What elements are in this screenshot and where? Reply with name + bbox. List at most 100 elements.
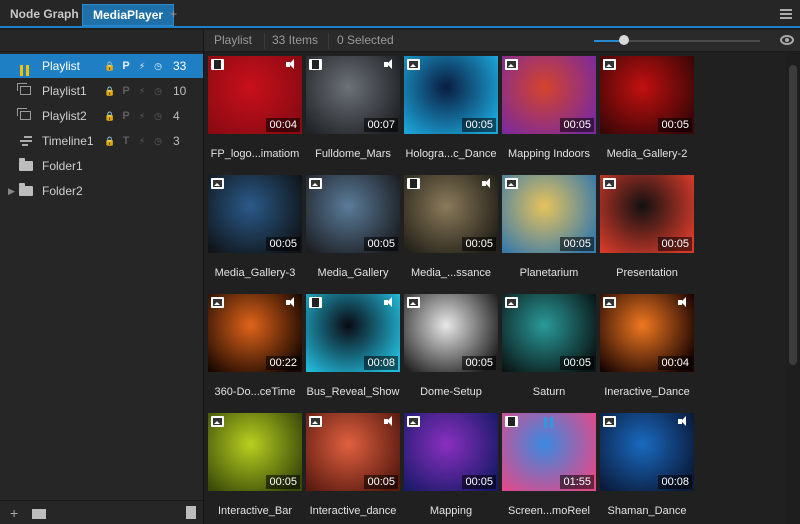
image-icon	[309, 178, 322, 189]
media-thumbnail[interactable]: 00:05	[502, 175, 596, 253]
bolt-icon[interactable]: ⚡	[134, 79, 150, 103]
media-thumbnail[interactable]: 00:04	[600, 294, 694, 372]
eye-icon[interactable]	[780, 35, 794, 45]
media-thumbnail[interactable]: 00:05	[306, 413, 400, 491]
clock-icon[interactable]: ◷	[150, 104, 166, 128]
media-thumbnail[interactable]: 00:05	[404, 294, 498, 372]
media-tile[interactable]: 00:05 Media_Gallery	[306, 175, 400, 292]
tree-item-playlist1[interactable]: Playlist1 🔒 P ⚡ ◷ 10	[0, 79, 203, 103]
media-thumbnail[interactable]: 01:55	[502, 413, 596, 491]
p-flag[interactable]: P	[118, 104, 134, 128]
media-thumbnail[interactable]: 00:05	[208, 175, 302, 253]
media-tile[interactable]: 00:05 Interactive_Bar	[208, 413, 302, 524]
breadcrumb[interactable]: Playlist	[214, 33, 252, 47]
thumbnail-size-slider[interactable]	[594, 35, 760, 45]
p-flag[interactable]: P	[118, 79, 134, 103]
media-tile[interactable]: 00:05 Presentation	[600, 175, 694, 292]
bolt-icon[interactable]: ⚡	[134, 129, 150, 153]
tab-mediaplayer[interactable]: MediaPlayer	[82, 4, 175, 26]
media-tile[interactable]: 00:05 Saturn	[502, 294, 596, 411]
tree-item-playlist[interactable]: Playlist 🔒 P ⚡ ◷ 33	[0, 54, 203, 78]
media-tile[interactable]: 00:04 Ineractive_Dance	[600, 294, 694, 411]
media-tile[interactable]: 00:05 Mapping Indoors	[502, 56, 596, 173]
media-tile[interactable]: 00:05 Hologra...c_Dance	[404, 56, 498, 173]
media-tile[interactable]: 00:05 Planetarium	[502, 175, 596, 292]
tab-node-graph[interactable]: Node Graph	[0, 4, 89, 26]
trash-icon[interactable]	[186, 506, 196, 519]
expand-arrow-icon[interactable]: ▶	[8, 179, 15, 203]
media-tile[interactable]: 00:05 Media_...ssance	[404, 175, 498, 292]
duration-label: 00:05	[560, 237, 594, 251]
add-tab-button[interactable]: +	[164, 4, 183, 26]
toolbar: Playlist 33 Items 0 Selected	[204, 30, 800, 52]
media-thumbnail[interactable]: 00:05	[502, 294, 596, 372]
media-tile[interactable]: 00:05 Dome-Setup	[404, 294, 498, 411]
speaker-icon	[286, 297, 298, 308]
media-tile[interactable]: 00:07 Fulldome_Mars	[306, 56, 400, 173]
pause-icon[interactable]	[544, 417, 556, 429]
media-tile[interactable]: 00:05 Interactive_dance	[306, 413, 400, 524]
tree-item-label: Folder2	[42, 184, 83, 198]
media-thumbnail[interactable]: 00:05	[306, 175, 400, 253]
p-flag[interactable]: P	[118, 54, 134, 78]
media-name: 360-Do...ceTime	[214, 386, 296, 398]
media-tile[interactable]: 01:55 Screen...moReel	[502, 413, 596, 524]
media-thumbnail[interactable]: 00:05	[404, 56, 498, 134]
image-icon	[505, 178, 518, 189]
media-tile[interactable]: 00:05 Media_Gallery-3	[208, 175, 302, 292]
slider-knob[interactable]	[618, 35, 629, 45]
tree-item-label: Playlist1	[42, 84, 87, 98]
selected-count: 0 Selected	[337, 33, 394, 47]
t-flag[interactable]: T	[118, 129, 134, 153]
media-thumbnail[interactable]: 00:08	[600, 413, 694, 491]
bolt-icon[interactable]: ⚡	[134, 54, 150, 78]
media-thumbnail[interactable]: 00:07	[306, 56, 400, 134]
image-icon	[603, 416, 616, 427]
media-thumbnail[interactable]: 00:04	[208, 56, 302, 134]
image-icon	[211, 178, 224, 189]
media-thumbnail[interactable]: 00:05	[600, 56, 694, 134]
scrollbar-thumb[interactable]	[789, 65, 797, 365]
media-name: Shaman_Dance	[607, 505, 687, 517]
media-thumbnail[interactable]: 00:05	[404, 175, 498, 253]
media-thumbnail[interactable]: 00:05	[208, 413, 302, 491]
new-folder-icon[interactable]	[32, 509, 46, 519]
duration-label: 00:05	[658, 237, 692, 251]
media-name: Media_Gallery	[317, 267, 389, 279]
clock-icon[interactable]: ◷	[150, 54, 166, 78]
media-tile[interactable]: 00:08 Shaman_Dance	[600, 413, 694, 524]
media-thumbnail[interactable]: 00:05	[404, 413, 498, 491]
image-icon	[407, 416, 420, 427]
image-icon	[407, 59, 420, 70]
film-icon	[505, 416, 518, 427]
media-name: Screen...moReel	[508, 505, 590, 517]
lock-icon[interactable]: 🔒	[102, 79, 118, 103]
clock-icon[interactable]: ◷	[150, 79, 166, 103]
media-tile[interactable]: 00:22 360-Do...ceTime	[208, 294, 302, 411]
hamburger-menu-icon[interactable]	[780, 9, 792, 19]
add-icon[interactable]: +	[10, 505, 18, 521]
lock-icon[interactable]: 🔒	[102, 129, 118, 153]
media-tile[interactable]: 00:08 Bus_Reveal_Show	[306, 294, 400, 411]
media-tile[interactable]: 00:04 FP_logo...imatiom	[208, 56, 302, 173]
media-thumbnail[interactable]: 00:22	[208, 294, 302, 372]
scrollbar[interactable]	[786, 53, 800, 524]
media-name: Ineractive_Dance	[604, 386, 690, 398]
clock-icon[interactable]: ◷	[150, 129, 166, 153]
tree-item-playlist2[interactable]: Playlist2 🔒 P ⚡ ◷ 4	[0, 104, 203, 128]
tree-item-label: Folder1	[42, 159, 83, 173]
bolt-icon[interactable]: ⚡	[134, 104, 150, 128]
media-name: Mapping Indoors	[508, 148, 590, 160]
lock-icon[interactable]: 🔒	[102, 54, 118, 78]
tree-item-folder1[interactable]: Folder1	[0, 154, 203, 178]
tree-item-timeline1[interactable]: Timeline1 🔒 T ⚡ ◷ 3	[0, 129, 203, 153]
lock-icon[interactable]: 🔒	[102, 104, 118, 128]
media-thumbnail[interactable]: 00:08	[306, 294, 400, 372]
media-thumbnail[interactable]: 00:05	[502, 56, 596, 134]
media-tile[interactable]: 00:05 Mapping	[404, 413, 498, 524]
folder-icon	[19, 158, 33, 171]
media-thumbnail[interactable]: 00:05	[600, 175, 694, 253]
media-tile[interactable]: 00:05 Media_Gallery-2	[600, 56, 694, 173]
tree-item-folder2[interactable]: ▶ Folder2	[0, 179, 203, 203]
duration-label: 00:05	[462, 356, 496, 370]
